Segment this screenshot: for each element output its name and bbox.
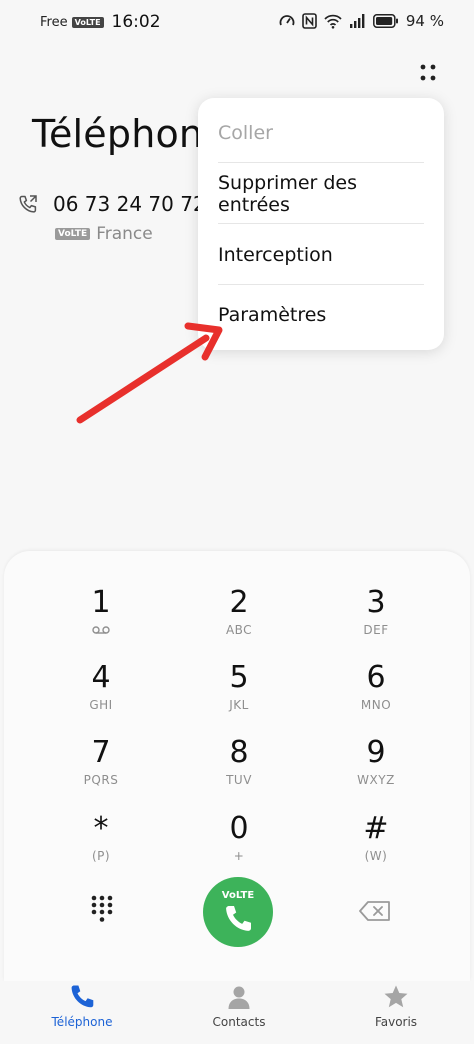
key-0[interactable]: 0 +: [184, 812, 294, 882]
nav-tab-telephone[interactable]: Téléphone: [22, 983, 142, 1029]
key-digit: 7: [91, 735, 111, 770]
key-digit: 3: [366, 585, 386, 620]
key-4[interactable]: 4 GHI: [46, 661, 156, 731]
contacts-icon: [228, 986, 250, 1009]
key-letters: PQRS: [83, 773, 119, 787]
key-digit: 0: [229, 811, 249, 846]
nav-tab-favoris[interactable]: Favoris: [336, 983, 456, 1029]
key-letters: JKL: [229, 698, 249, 712]
key-3[interactable]: 3 DEF: [321, 586, 431, 656]
dialpad-toggle-button[interactable]: [88, 894, 116, 924]
nav-tab-label: Téléphone: [51, 1015, 113, 1029]
phone-icon: [71, 985, 94, 1008]
dialpad-icon: [91, 895, 113, 922]
phone-call-icon: [226, 906, 251, 931]
key-1[interactable]: 1: [46, 586, 156, 656]
key-digit: 5: [229, 660, 249, 695]
key-9[interactable]: 9 WXYZ: [321, 736, 431, 806]
nav-tab-contacts[interactable]: Contacts: [179, 983, 299, 1029]
key-letters: ABC: [225, 623, 253, 637]
key-5[interactable]: 5 JKL: [184, 661, 294, 731]
delete-button[interactable]: [358, 899, 392, 923]
key-star[interactable]: * (P): [46, 812, 156, 882]
key-letters: DEF: [363, 623, 389, 637]
key-digit: *: [93, 811, 109, 846]
key-8[interactable]: 8 TUV: [184, 736, 294, 806]
key-7[interactable]: 7 PQRS: [46, 736, 156, 806]
key-digit: #: [363, 811, 389, 846]
voicemail-icon: [92, 626, 110, 634]
key-6[interactable]: 6 MNO: [321, 661, 431, 731]
key-2[interactable]: 2 ABC: [184, 586, 294, 656]
key-letters: MNO: [360, 698, 392, 712]
nav-tab-label: Contacts: [212, 1015, 266, 1029]
key-letters: (P): [91, 849, 111, 863]
key-letters: TUV: [226, 773, 252, 787]
key-letters: WXYZ: [357, 773, 395, 787]
key-digit: 9: [366, 735, 386, 770]
star-icon: [384, 985, 408, 1008]
bottom-nav: Téléphone Contacts Favoris: [0, 981, 474, 1044]
key-letters: GHI: [89, 698, 113, 712]
nav-tab-label: Favoris: [374, 1015, 418, 1029]
key-digit: 6: [366, 660, 386, 695]
key-digit: 1: [91, 585, 111, 620]
key-letters: +: [233, 849, 245, 863]
call-button[interactable]: VoLTE: [203, 877, 273, 947]
key-digit: 4: [91, 660, 111, 695]
key-digit: 2: [229, 585, 249, 620]
key-letters: (W): [364, 849, 388, 863]
call-button-label: VoLTE: [221, 890, 255, 901]
key-hash[interactable]: # (W): [321, 812, 431, 882]
key-digit: 8: [229, 735, 249, 770]
backspace-icon: [359, 901, 390, 921]
